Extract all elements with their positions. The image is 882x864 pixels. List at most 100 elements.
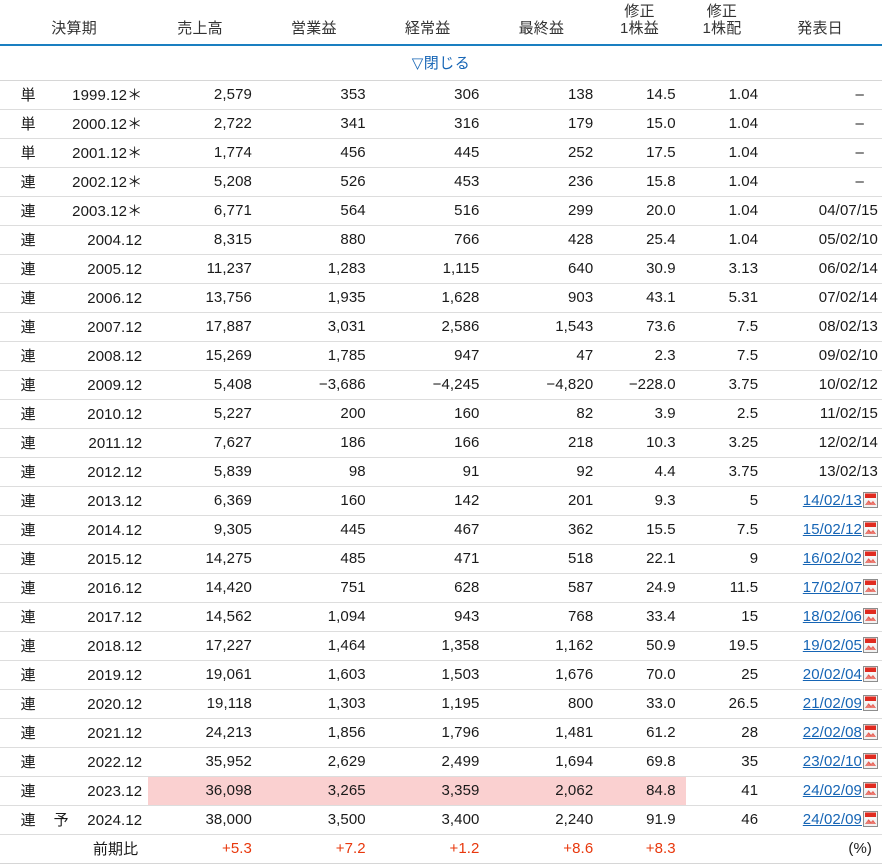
cell-announce-date: 24/02/09	[768, 805, 882, 835]
announce-date-text: 13/02/13	[818, 462, 878, 480]
table-row: 連予2010.125,227200160823.92.5 11/02/15	[0, 399, 882, 429]
cell-dps: 7.5	[685, 312, 769, 342]
cell-dps: 46	[685, 805, 769, 835]
pdf-icon[interactable]	[863, 579, 878, 596]
pdf-icon[interactable]	[863, 666, 878, 683]
row-consolidation-type: 連	[20, 318, 36, 336]
row-consolidation-type: 連	[20, 521, 36, 539]
announce-date-link[interactable]: 20/02/04	[803, 666, 862, 683]
row-fiscal-term: 2014.12	[87, 521, 143, 539]
comparison-ordinary-profit: +1.2	[375, 833, 490, 864]
row-fiscal-term: 2011.12	[88, 434, 143, 452]
column-header-operating-profit: 営業益	[261, 0, 376, 46]
cell-operating-profit: 564	[261, 196, 376, 226]
pdf-icon[interactable]	[863, 724, 878, 741]
cell-operating-profit: 3,031	[261, 312, 376, 342]
cell-eps: 25.4	[603, 225, 686, 255]
row-consolidation-type: 連	[20, 695, 36, 713]
cell-sales: 35,952	[148, 747, 262, 777]
row-period: 連予2011.12	[0, 428, 149, 458]
cell-net-profit: 1,676	[489, 660, 604, 690]
announce-date-link[interactable]: 19/02/05	[803, 637, 862, 654]
cell-sales: 19,061	[148, 660, 262, 690]
column-header-sales: 売上高	[148, 0, 262, 46]
cell-dps: 41	[685, 776, 769, 806]
cell-announce-date: 04/07/15	[768, 196, 882, 226]
cell-operating-profit: 526	[261, 167, 376, 197]
row-period: 連予2023.12	[0, 776, 149, 806]
cell-net-profit: 362	[489, 515, 604, 545]
cell-net-profit: 768	[489, 602, 604, 632]
announce-date-link[interactable]: 16/02/02	[803, 550, 862, 567]
comparison-operating-profit: +7.2	[261, 833, 376, 864]
cell-dps: 28	[685, 718, 769, 748]
pdf-icon[interactable]	[863, 753, 878, 770]
cell-eps: 69.8	[603, 747, 686, 777]
announce-date-link[interactable]: 18/02/06	[803, 608, 862, 625]
table-row: 連予2015.1214,27548547151822.19 16/02/02	[0, 544, 882, 574]
cell-ordinary-profit: 91	[375, 457, 490, 487]
table-row: 連予 2024.12 38,000 3,500 3,400 2,240 91.9 46 24/0…	[0, 805, 882, 835]
cell-operating-profit: 1,856	[261, 718, 376, 748]
row-fiscal-term: 2021.12	[87, 724, 143, 742]
cell-sales: 1,774	[148, 138, 262, 168]
announce-date-link[interactable]: 22/02/08	[803, 724, 862, 741]
announce-date-link[interactable]: 21/02/09	[803, 695, 862, 712]
pdf-icon[interactable]	[863, 492, 878, 509]
pdf-icon[interactable]	[863, 811, 878, 828]
cell-sales: 14,420	[148, 573, 262, 603]
cell-eps: 10.3	[603, 428, 686, 458]
cell-sales: 2,579	[148, 80, 262, 110]
cell-sales: 14,275	[148, 544, 262, 574]
table-row: 連予2014.129,30544546736215.57.5 15/02/12	[0, 515, 882, 545]
announce-date-link[interactable]: 14/02/13	[803, 492, 862, 509]
cell-ordinary-profit: 2,499	[375, 747, 490, 777]
cell-dps: 11.5	[685, 573, 769, 603]
cell-net-profit: 92	[489, 457, 604, 487]
cell-net-profit: 201	[489, 486, 604, 516]
announce-date-link[interactable]: 17/02/07	[803, 579, 862, 596]
cell-dps: 3.75	[685, 370, 769, 400]
pdf-icon[interactable]	[863, 782, 878, 799]
cell-dps: 3.75	[685, 457, 769, 487]
cell-eps: 33.0	[603, 689, 686, 719]
table-row: 連予2020.1219,1181,3031,19580033.026.5 21/0…	[0, 689, 882, 719]
cell-eps: 73.6	[603, 312, 686, 342]
cell-sales: 38,000	[148, 805, 262, 835]
row-fiscal-term: 2020.12	[87, 695, 143, 713]
column-header-eps: 修正 1株益	[603, 0, 686, 46]
column-header-net-profit: 最終益	[489, 0, 604, 46]
announce-date-text: 04/07/15	[818, 201, 878, 219]
cell-announce-date: 14/02/13	[768, 486, 882, 516]
cell-dps: 1.04	[685, 167, 769, 197]
cell-announce-date: 09/02/10	[768, 341, 882, 371]
cell-dps: 35	[685, 747, 769, 777]
announce-date-link[interactable]: 15/02/12	[803, 521, 862, 538]
announce-date-text: 11/02/15	[819, 404, 878, 422]
cell-ordinary-profit: 471	[375, 544, 490, 574]
cell-net-profit: 640	[489, 254, 604, 284]
cell-ordinary-profit: 445	[375, 138, 490, 168]
cell-eps: 91.9	[603, 805, 686, 835]
cell-sales: 24,213	[148, 718, 262, 748]
cell-eps: 50.9	[603, 631, 686, 661]
cell-sales: 5,227	[148, 399, 262, 429]
announce-date-link[interactable]: 23/02/10	[803, 753, 862, 770]
cell-dps: 3.13	[685, 254, 769, 284]
row-consolidation-type: 連	[20, 173, 36, 191]
collapse-toggle-link[interactable]: ▽閉じる	[412, 55, 471, 72]
cell-announce-date: –	[768, 109, 882, 139]
cell-operating-profit: −3,686	[261, 370, 376, 400]
comparison-eps: +8.3	[603, 833, 686, 864]
pdf-icon[interactable]	[863, 637, 878, 654]
cell-announce-date: 15/02/12	[768, 515, 882, 545]
announce-date-link[interactable]: 24/02/09	[803, 811, 862, 828]
pdf-icon[interactable]	[863, 521, 878, 538]
comparison-dps	[685, 833, 769, 864]
cell-announce-date: –	[768, 138, 882, 168]
announce-date-link[interactable]: 24/02/09	[803, 782, 862, 799]
pdf-icon[interactable]	[863, 695, 878, 712]
pdf-icon[interactable]	[863, 608, 878, 625]
cell-net-profit: 1,162	[489, 631, 604, 661]
pdf-icon[interactable]	[863, 550, 878, 567]
